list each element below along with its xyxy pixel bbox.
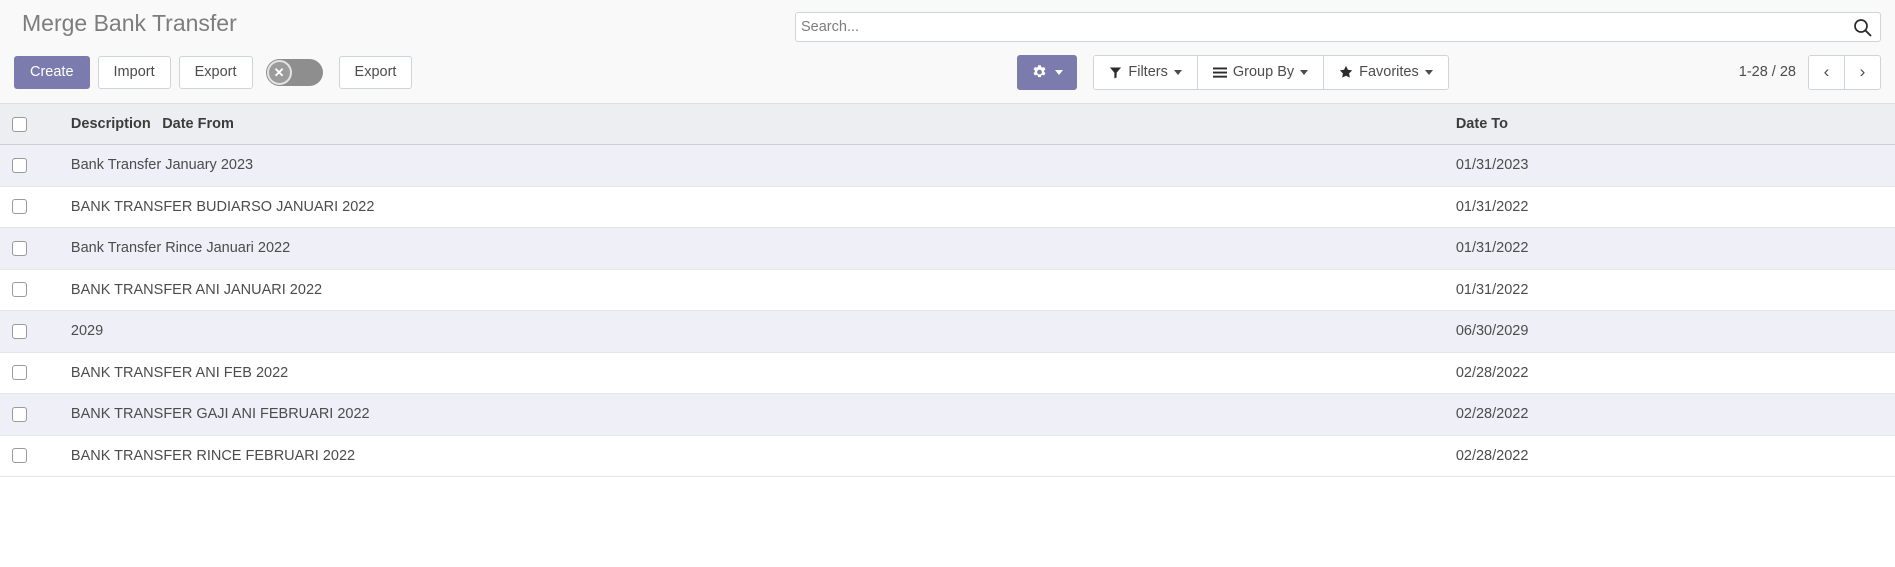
chevron-down-icon: [1055, 69, 1064, 75]
table-row[interactable]: BANK TRANSFER RINCE FEBRUARI 202202/01/2…: [0, 435, 1895, 477]
table-row[interactable]: 202906/01/202906/30/2029: [0, 310, 1895, 353]
pager-range: 1-28 / 28: [1738, 64, 1796, 80]
row-checkbox[interactable]: [12, 406, 27, 422]
cell-date-to: 01/31/2022: [1443, 269, 1895, 311]
row-checkbox[interactable]: [12, 365, 27, 381]
control-panel: Merge Bank Transfer Create Import Export…: [0, 0, 1895, 104]
export-button[interactable]: Export: [178, 55, 253, 89]
pager: 1-28 / 28 ‹ ›: [1738, 54, 1881, 90]
row-checkbox[interactable]: [12, 323, 27, 339]
column-header-date-from-label: Date From: [162, 116, 234, 132]
chevron-right-icon[interactable]: ›: [1844, 55, 1880, 89]
group-by-dropdown[interactable]: Group By: [1197, 55, 1325, 89]
row-select-cell: [0, 393, 59, 436]
cell-date-to: 01/31/2022: [1443, 227, 1895, 270]
cell-date-to: 06/30/2029: [1443, 310, 1895, 353]
table-body: Bank Transfer January 202301/01/202301/3…: [0, 144, 1895, 477]
app-root: Merge Bank Transfer Create Import Export…: [0, 0, 1895, 567]
table-row[interactable]: Bank Transfer January 202301/01/202301/3…: [0, 144, 1895, 187]
search-input[interactable]: [796, 14, 1848, 40]
records-list-table: Description Date From Date To Bank Trans…: [0, 104, 1895, 477]
cell-description: BANK TRANSFER BUDIARSO JANUARI 2022: [58, 186, 1151, 228]
row-select-cell: [0, 310, 59, 353]
row-checkbox[interactable]: [12, 240, 27, 256]
favorites-dropdown[interactable]: Favorites: [1324, 55, 1448, 89]
bars-icon: [1212, 66, 1227, 79]
cell-date-from: 01/01/2022: [1150, 227, 1444, 270]
cell-date-from: 06/01/2029: [1150, 310, 1444, 353]
chevron-down-icon: [1424, 69, 1433, 75]
chevron-left-icon[interactable]: ‹: [1809, 55, 1844, 89]
row-checkbox[interactable]: [12, 157, 27, 173]
control-panel-right: Filters Group By Favorites 1-28 / 28 ‹ ›: [1017, 54, 1881, 90]
search-icon[interactable]: [1848, 18, 1880, 37]
cell-date-to: 01/31/2022: [1443, 186, 1895, 228]
row-select-cell: [0, 227, 59, 270]
cell-description: BANK TRANSFER ANI JANUARI 2022: [58, 269, 1151, 311]
cell-description: 2029: [58, 310, 1151, 353]
cell-description: BANK TRANSFER RINCE FEBRUARI 2022: [58, 435, 1151, 477]
row-checkbox[interactable]: [12, 199, 27, 215]
breadcrumb: Merge Bank Transfer: [22, 10, 237, 36]
cell-date-from: 02/01/2022: [1150, 435, 1444, 477]
row-select-cell: [0, 186, 59, 228]
row-checkbox[interactable]: [12, 448, 27, 464]
row-select-cell: [0, 352, 59, 394]
row-checkbox[interactable]: [12, 282, 27, 298]
search-view[interactable]: [795, 12, 1881, 42]
create-button[interactable]: Create: [14, 55, 90, 89]
export-secondary-button[interactable]: Export: [338, 55, 413, 89]
star-icon: [1339, 65, 1353, 79]
cell-date-to: 02/28/2022: [1443, 352, 1895, 394]
table-row[interactable]: BANK TRANSFER ANI JANUARI 202201/01/2022…: [0, 269, 1895, 311]
times-circle-icon: ✕: [266, 59, 292, 85]
row-select-cell: [0, 144, 59, 187]
gear-icon: [1031, 64, 1048, 81]
cell-description: BANK TRANSFER ANI FEB 2022: [58, 352, 1151, 394]
column-header-date-from[interactable]: Date From: [162, 104, 1444, 145]
column-header-date-to[interactable]: Date To: [1443, 104, 1895, 145]
chevron-down-icon: [1300, 69, 1309, 75]
cell-description: BANK TRANSFER GAJI ANI FEBRUARI 2022: [58, 393, 1151, 436]
favorites-label: Favorites: [1359, 64, 1419, 80]
table-row[interactable]: BANK TRANSFER GAJI ANI FEBRUARI 202202/0…: [0, 393, 1895, 436]
pager-nav: ‹ ›: [1808, 54, 1881, 90]
cell-date-from: 01/01/2023: [1150, 144, 1444, 187]
active-toggle-switch[interactable]: ✕: [265, 58, 323, 86]
cell-date-from: 02/01/2022: [1150, 352, 1444, 394]
table-row[interactable]: BANK TRANSFER ANI FEB 202202/01/202202/2…: [0, 352, 1895, 394]
cell-date-to: 02/28/2022: [1443, 393, 1895, 436]
table-row[interactable]: BANK TRANSFER BUDIARSO JANUARI 202201/01…: [0, 186, 1895, 228]
chevron-down-icon: [1173, 69, 1182, 75]
import-button[interactable]: Import: [97, 55, 171, 89]
cell-date-from: 01/01/2022: [1150, 186, 1444, 228]
row-select-cell: [0, 435, 59, 477]
cell-date-to: 02/28/2022: [1443, 435, 1895, 477]
action-cog-button[interactable]: [1017, 54, 1078, 90]
cell-description: Bank Transfer Rince Januari 2022: [58, 227, 1151, 270]
table-header-row: Description Date From Date To: [0, 104, 1895, 145]
filter-icon: [1109, 66, 1122, 79]
table-row[interactable]: Bank Transfer Rince Januari 202201/01/20…: [0, 227, 1895, 270]
control-panel-buttons: Create Import Export ✕ Export Filters Gr…: [0, 48, 1895, 96]
group-by-label: Group By: [1232, 64, 1295, 80]
row-select-cell: [0, 269, 59, 311]
filters-dropdown[interactable]: Filters: [1094, 55, 1198, 89]
select-all-checkbox[interactable]: [12, 116, 27, 132]
cell-description: Bank Transfer January 2023: [58, 144, 1151, 187]
cell-date-to: 01/31/2023: [1443, 144, 1895, 187]
cell-date-from: 01/01/2022: [1150, 269, 1444, 311]
select-all-cell: [0, 104, 59, 145]
cell-date-from: 02/01/2022: [1150, 393, 1444, 436]
filters-label: Filters: [1128, 64, 1168, 80]
table-header: Description Date From Date To: [0, 104, 1895, 145]
search-options-group: Filters Group By Favorites: [1093, 54, 1449, 90]
toggle-switch-wrapper: ✕: [265, 58, 323, 86]
